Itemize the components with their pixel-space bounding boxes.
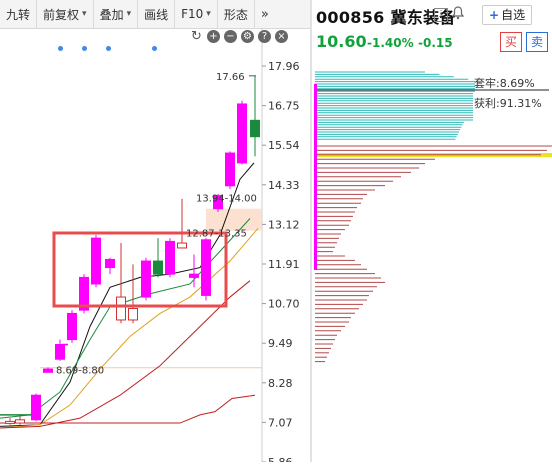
- zoom-out-icon[interactable]: −: [224, 30, 237, 43]
- plus-icon: +: [489, 8, 500, 22]
- indicator-dot: [58, 46, 63, 51]
- profit-ratio: 获利:91.31%: [474, 97, 542, 110]
- kline-svg: 17.96 16.75 15.54 14.33 13.12 11.91 10.70 9.49 8…: [0, 28, 300, 466]
- info-icon[interactable]: i: [434, 8, 448, 22]
- chart-toolbar: 九转 前复权 ▾ 叠加 ▾ 画线 F10 ▾ 形态»: [0, 0, 310, 29]
- price-row: 10.60 -1.40% -0.15 买 卖: [314, 30, 552, 54]
- candle-body: [67, 312, 77, 341]
- price-tick-label: 11.91: [268, 258, 300, 271]
- price-tick-label: 7.07: [268, 416, 293, 429]
- chevron-down-icon: ▾: [82, 9, 87, 19]
- sell-button[interactable]: 卖: [526, 32, 548, 52]
- trapped-ratio: 套牢:8.69%: [474, 77, 535, 90]
- candle-body: [55, 344, 65, 360]
- zoom-in-icon[interactable]: +: [207, 30, 220, 43]
- toolbar-item-1[interactable]: 前复权 ▾: [37, 0, 94, 28]
- chip-distribution: [314, 71, 552, 363]
- annotation-high-label: 17.66: [216, 72, 245, 83]
- toolbar-item-0[interactable]: 九转: [0, 0, 38, 28]
- settings-icon[interactable]: ⚙: [241, 30, 254, 43]
- chevron-down-icon: ▾: [206, 9, 211, 19]
- candle-body: [5, 420, 15, 424]
- kline-chart[interactable]: 17.96 16.75 15.54 14.33 13.12 11.91 10.70 9.49 8…: [0, 28, 310, 466]
- annotation-zone2-label: 12.87-13.35: [186, 229, 247, 240]
- indicator-dot: [152, 46, 157, 51]
- candle-body: [237, 103, 247, 164]
- toolbar-item-label: 叠加: [99, 7, 124, 22]
- candle-body: [128, 308, 138, 321]
- refresh-icon[interactable]: ↻: [190, 30, 203, 43]
- quote-header: 000856 冀东装备 i + 自选: [314, 0, 552, 28]
- toolbar-item-label: 前复权: [43, 7, 80, 22]
- price-tick-label: 17.96: [268, 60, 300, 73]
- candle-body: [153, 260, 163, 275]
- candle-body: [250, 119, 260, 138]
- price-tick-label: 13.12: [268, 218, 300, 231]
- price-tick-label: 8.28: [268, 377, 293, 390]
- candle-body: [225, 152, 235, 187]
- toolbar-item-label: 形态: [223, 7, 248, 22]
- toolbar-item-4[interactable]: F10 ▾: [175, 0, 218, 28]
- more-tools-button[interactable]: »: [255, 7, 275, 22]
- candle-body: [105, 258, 115, 269]
- help-icon[interactable]: ?: [258, 30, 271, 43]
- chevron-down-icon: ▾: [126, 9, 132, 19]
- indicator-dot: [106, 46, 111, 51]
- candle-body: [189, 273, 199, 278]
- price-tick-label: 9.49: [268, 337, 293, 350]
- toolbar-item-label: 画线: [144, 7, 169, 22]
- price-tick-label: 16.75: [268, 100, 300, 113]
- candle-body: [141, 260, 151, 298]
- candle-body: [31, 394, 41, 421]
- candle-body: [91, 237, 101, 285]
- candle-body: [116, 296, 126, 321]
- add-favorite-label: 自选: [501, 8, 526, 22]
- candle-body: [177, 242, 187, 249]
- price-change: -0.15: [418, 36, 453, 50]
- resistance-zone: [206, 208, 262, 231]
- percent-change: -1.40%: [367, 36, 414, 50]
- close-icon[interactable]: ×: [275, 30, 288, 43]
- annotation-zone3-label: 8.69-8.80: [56, 365, 104, 376]
- candle-body: [15, 419, 25, 424]
- annotation-zone1-label: 13.94-14.00: [196, 194, 257, 205]
- add-favorite-button[interactable]: + 自选: [482, 5, 533, 25]
- toolbar-item-label: F10: [181, 7, 204, 21]
- toolbar-item-label: 九转: [6, 7, 31, 22]
- last-price: 10.60: [316, 32, 367, 51]
- toolbar-item-3[interactable]: 画线: [138, 0, 176, 28]
- buy-button[interactable]: 买: [500, 32, 522, 52]
- price-tick-label: 10.70: [268, 298, 300, 311]
- candle-body: [43, 368, 53, 373]
- toolbar-item-2[interactable]: 叠加 ▾: [94, 0, 139, 28]
- bell-icon[interactable]: [451, 6, 465, 20]
- indicator-dot: [82, 46, 87, 51]
- candle-body: [201, 239, 211, 296]
- toolbar-item-5[interactable]: 形态: [218, 0, 255, 28]
- chart-tool-icons: ↻ + − ⚙? ×: [190, 30, 288, 43]
- price-tick-label: 14.33: [268, 179, 300, 192]
- candle-body: [165, 240, 175, 275]
- chip-range-marker: [314, 84, 317, 270]
- price-tick-label: 5.86: [268, 456, 293, 462]
- price-tick-label: 15.54: [268, 139, 300, 152]
